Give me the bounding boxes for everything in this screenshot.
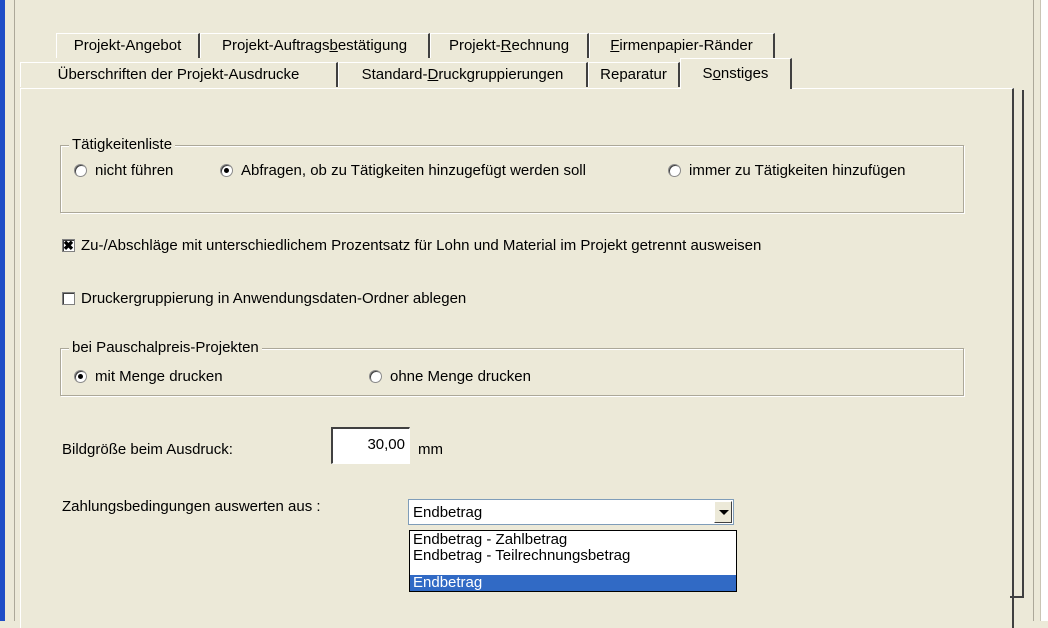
tab-label: Überschriften der Projekt-Ausdrucke — [57, 66, 300, 83]
tab-label: Sonstiges — [702, 65, 769, 82]
radio-nicht-fuehren[interactable]: nicht führen — [74, 162, 173, 179]
checkbox-druckergruppierung-row[interactable]: Druckergruppierung in Anwendungsdaten-Or… — [62, 290, 466, 307]
radio-button[interactable] — [668, 164, 681, 177]
bildgroesse-input[interactable]: 30,00 — [331, 427, 410, 464]
radio-immer-hinzufuegen[interactable]: immer zu Tätigkeiten hinzufügen — [668, 162, 906, 179]
taetigkeitenliste-group: Tätigkeitenliste — [60, 136, 964, 213]
tab-sonstiges[interactable]: Sonstiges — [680, 58, 792, 89]
radio-label: immer zu Tätigkeiten hinzufügen — [689, 162, 906, 179]
radio-label: nicht führen — [95, 162, 174, 179]
checkbox-checked[interactable]: ✖ — [62, 239, 75, 252]
tab-label: Reparatur — [600, 66, 667, 83]
bildgroesse-unit: mm — [418, 441, 443, 458]
radio-button[interactable] — [369, 370, 382, 383]
radio-label: mit Menge drucken — [95, 368, 223, 385]
radio-button-selected[interactable] — [220, 164, 233, 177]
dropdown-option-selected[interactable]: Endbetrag — [410, 575, 736, 591]
chevron-down-icon[interactable] — [714, 501, 732, 523]
zahlungsbedingungen-dropdown[interactable]: Endbetrag - Zahlbetrag Endbetrag - Teilr… — [409, 530, 737, 592]
tab-ueberschriften[interactable]: Überschriften der Projekt-Ausdrucke — [20, 62, 338, 87]
radio-mit-menge[interactable]: mit Menge drucken — [74, 368, 223, 385]
zahlungsbedingungen-select[interactable]: Endbetrag — [408, 499, 734, 525]
radio-ohne-menge[interactable]: ohne Menge drucken — [369, 368, 531, 385]
select-value: Endbetrag — [413, 504, 483, 521]
tab-label: Projekt-Auftragsbestätigung — [221, 37, 408, 54]
radio-label: ohne Menge drucken — [390, 368, 531, 385]
dropdown-option[interactable]: Endbetrag - Teilrechnungsbetrag — [410, 548, 736, 564]
checkbox-label: Druckergruppierung in Anwendungsdaten-Or… — [81, 290, 467, 307]
window-right-border — [1040, 0, 1048, 621]
tab-standard-druckgruppierungen[interactable]: Standard-Druckgruppierungen — [338, 62, 588, 87]
tab-reparatur[interactable]: Reparatur — [588, 62, 680, 87]
group-legend: Tätigkeitenliste — [69, 136, 176, 154]
panel-shadow-right — [1022, 90, 1024, 598]
tab-projekt-angebot[interactable]: Projekt-Angebot — [56, 33, 200, 58]
tab-label: Projekt-Angebot — [73, 37, 182, 54]
tab-firmenpapier-raender[interactable]: Firmenpapier-Ränder — [589, 33, 775, 58]
zahlungsbedingungen-label: Zahlungsbedingungen auswerten aus : — [62, 498, 321, 515]
group-legend: bei Pauschalpreis-Projekten — [69, 339, 262, 357]
bildgroesse-label: Bildgröße beim Ausdruck: — [62, 441, 233, 458]
checkbox-zuschlaege-row[interactable]: ✖ Zu-/Abschläge mit unterschiedlichem Pr… — [62, 237, 761, 254]
radio-button[interactable] — [74, 164, 87, 177]
panel-shadow-bottom — [1010, 596, 1024, 598]
tab-label: Projekt-Rechnung — [448, 37, 570, 54]
radio-label: Abfragen, ob zu Tätigkeiten hinzugefügt … — [241, 162, 586, 179]
radio-button-selected[interactable] — [74, 370, 87, 383]
tab-projekt-auftragsbestaetigung[interactable]: Projekt-Auftragsbestätigung — [200, 33, 430, 58]
window-left-border — [0, 0, 5, 621]
checkbox-unchecked[interactable] — [62, 292, 75, 305]
tab-projekt-rechnung[interactable]: Projekt-Rechnung — [430, 33, 589, 58]
radio-abfragen[interactable]: Abfragen, ob zu Tätigkeiten hinzugefügt … — [220, 162, 586, 179]
tab-label: Standard-Druckgruppierungen — [361, 66, 564, 83]
tab-label: Firmenpapier-Ränder — [610, 37, 753, 54]
checkbox-label: Zu-/Abschläge mit unterschiedlichem Proz… — [81, 237, 762, 254]
dropdown-option[interactable]: Endbetrag - Zahlbetrag — [410, 532, 736, 548]
